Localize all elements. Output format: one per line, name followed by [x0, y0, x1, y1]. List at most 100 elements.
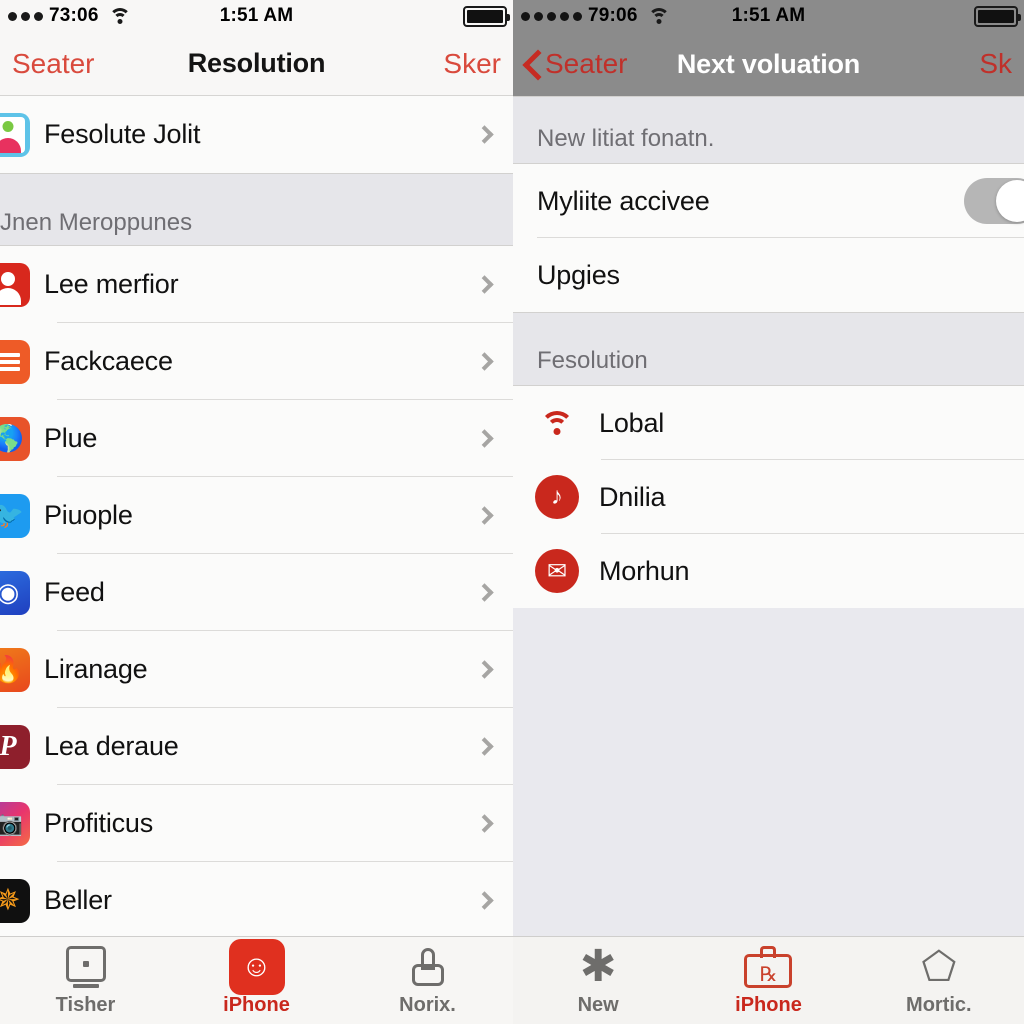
- right-back-button[interactable]: Seater: [525, 48, 628, 80]
- right-list-item-label: Morhun: [599, 555, 690, 586]
- list-item-3[interactable]: 🐦 Piuople: [0, 477, 513, 554]
- list-item-5[interactable]: 🔥 Liranage: [0, 631, 513, 708]
- chevron-right-icon: [475, 583, 494, 602]
- contact-card-icon: [0, 112, 30, 157]
- chevron-right-icon: [475, 429, 494, 448]
- list-item-label: Lee merfior: [44, 269, 179, 299]
- chevron-right-icon: [475, 891, 494, 910]
- tab-iphone[interactable]: ☺ iPhone: [171, 939, 342, 1017]
- right-tab-bar: ✱ New ℞ iPhone ⬠ Mortic.: [513, 936, 1024, 1024]
- tab-label: Mortic.: [906, 994, 972, 1016]
- right-list-item-dnilia[interactable]: ♪ Dnilia: [513, 460, 1024, 534]
- camera-icon: 📷: [0, 801, 30, 846]
- list-item-label: Fackcaece: [44, 346, 173, 376]
- tab-label: New: [577, 994, 619, 1016]
- tab-label: Tisher: [55, 994, 116, 1016]
- tab-iphone-right[interactable]: ℞ iPhone: [683, 944, 853, 1017]
- shield-icon: ⬠: [921, 945, 957, 989]
- flame-icon: 🔥: [0, 647, 30, 692]
- list-item-4[interactable]: ◉ Feed: [0, 554, 513, 631]
- left-list: Fesolute Jolit Jnen Meroppunes Lee merfi…: [0, 96, 513, 939]
- list-item-label: Beller: [44, 885, 112, 915]
- left-tab-bar: Tisher ☺ iPhone Norix.: [0, 936, 513, 1024]
- right-list-item-morhun[interactable]: ✉ Morhun: [513, 534, 1024, 608]
- right-section-one-header: New litiat fonatn.: [513, 96, 1024, 164]
- lines-icon: [0, 339, 30, 384]
- list-item-label: Profiticus: [44, 808, 154, 838]
- list-item-7[interactable]: 📷 Profiticus: [0, 785, 513, 862]
- right-list-item-label: Dnilia: [599, 481, 666, 512]
- right-status-bar: 79:06 1:51 AM: [513, 0, 1024, 32]
- tab-tisher[interactable]: Tisher: [0, 944, 171, 1017]
- tab-label: iPhone: [735, 994, 802, 1016]
- tab-label: Norix.: [399, 994, 456, 1016]
- right-list-item-lobal[interactable]: Lobal: [513, 386, 1024, 460]
- right-section-two-header: Fesolution: [513, 312, 1024, 386]
- list-item-1[interactable]: Fackcaece: [0, 323, 513, 400]
- right-list-item-label: Myliite accivee: [537, 185, 710, 216]
- right-list-item-toggle[interactable]: Myliite accivee: [513, 164, 1024, 238]
- left-back-label: Seater: [12, 47, 95, 79]
- list-item-label: Fesolute Jolit: [44, 119, 201, 149]
- left-nav-bar: Seater Resolution Sker: [0, 32, 513, 96]
- pin-icon: P: [0, 724, 30, 769]
- left-status-right-group: [463, 5, 513, 27]
- right-section-two-header-label: Fesolution: [537, 347, 648, 374]
- battery-full-icon: [463, 5, 510, 27]
- right-list-item-label: Upgies: [537, 259, 620, 290]
- tab-mortic[interactable]: ⬠ Mortic.: [854, 944, 1024, 1017]
- left-back-button[interactable]: Seater: [12, 48, 95, 80]
- tab-label: iPhone: [223, 994, 290, 1016]
- chevron-right-icon: [475, 660, 494, 679]
- dual-phone-screenshot: 73:06 1:51 AM Seater Resolution Sker Fes…: [0, 0, 1024, 1024]
- toggle-knob: [996, 180, 1024, 222]
- mouse-icon: [411, 944, 444, 990]
- right-list-item-upgies[interactable]: Upgies: [513, 238, 1024, 312]
- list-item-label: Piuople: [44, 500, 133, 530]
- chevron-right-icon: [475, 814, 494, 833]
- left-phone-panel: 73:06 1:51 AM Seater Resolution Sker Fes…: [0, 0, 513, 1024]
- right-list: New litiat fonatn. Myliite accivee Upgie…: [513, 96, 1024, 608]
- list-item-0[interactable]: Lee merfior: [0, 246, 513, 323]
- clock-label: 1:51 AM: [219, 5, 294, 26]
- list-item-profile[interactable]: Fesolute Jolit: [0, 96, 513, 173]
- tab-new[interactable]: ✱ New: [513, 944, 683, 1017]
- right-back-label: Seater: [545, 48, 628, 79]
- right-action-button[interactable]: Sk: [979, 48, 1012, 80]
- star-icon: ✱: [579, 942, 617, 991]
- list-item-label: Lea deraue: [44, 731, 179, 761]
- clock-label: 1:51 AM: [731, 5, 806, 26]
- wifi-icon: [535, 401, 579, 445]
- chevron-right-icon: [475, 506, 494, 525]
- right-list-item-label: Lobal: [599, 407, 665, 438]
- list-item-label: Liranage: [44, 654, 148, 684]
- person-badge-icon: ☺: [228, 939, 285, 995]
- list-item-2[interactable]: 🌎 Plue: [0, 400, 513, 477]
- tab-norix[interactable]: Norix.: [342, 944, 513, 1017]
- compass-icon: ◉: [0, 570, 30, 615]
- list-item-label: Plue: [44, 423, 98, 453]
- list-item-8[interactable]: ✵ Beller: [0, 862, 513, 939]
- chevron-left-icon: [525, 51, 539, 77]
- right-phone-panel: 79:06 1:51 AM Seater Next voluation Sk N…: [513, 0, 1024, 1024]
- left-action-label: Sker: [443, 47, 501, 79]
- left-section-header-label: Jnen Meroppunes: [0, 209, 193, 236]
- chevron-right-icon: [475, 125, 494, 144]
- left-action-button[interactable]: Sker: [443, 48, 501, 80]
- right-action-label: Sk: [979, 48, 1012, 79]
- envelope-icon: ✉: [535, 549, 579, 593]
- list-item-6[interactable]: P Lea deraue: [0, 708, 513, 785]
- burst-icon: ✵: [0, 878, 30, 923]
- music-note-icon: ♪: [535, 475, 579, 519]
- chevron-right-icon: [475, 275, 494, 294]
- battery-full-icon: [974, 5, 1021, 27]
- chevron-right-icon: [475, 737, 494, 756]
- right-nav-bar: Seater Next voluation Sk: [513, 32, 1024, 96]
- right-status-right-group: [974, 5, 1024, 27]
- bird-icon: 🐦: [0, 493, 30, 538]
- right-section-one-header-label: New litiat fonatn.: [537, 125, 715, 152]
- globe-icon: 🌎: [0, 416, 30, 461]
- left-status-bar: 73:06 1:51 AM: [0, 0, 513, 32]
- activation-toggle[interactable]: [964, 178, 1024, 224]
- person-icon: [0, 262, 30, 307]
